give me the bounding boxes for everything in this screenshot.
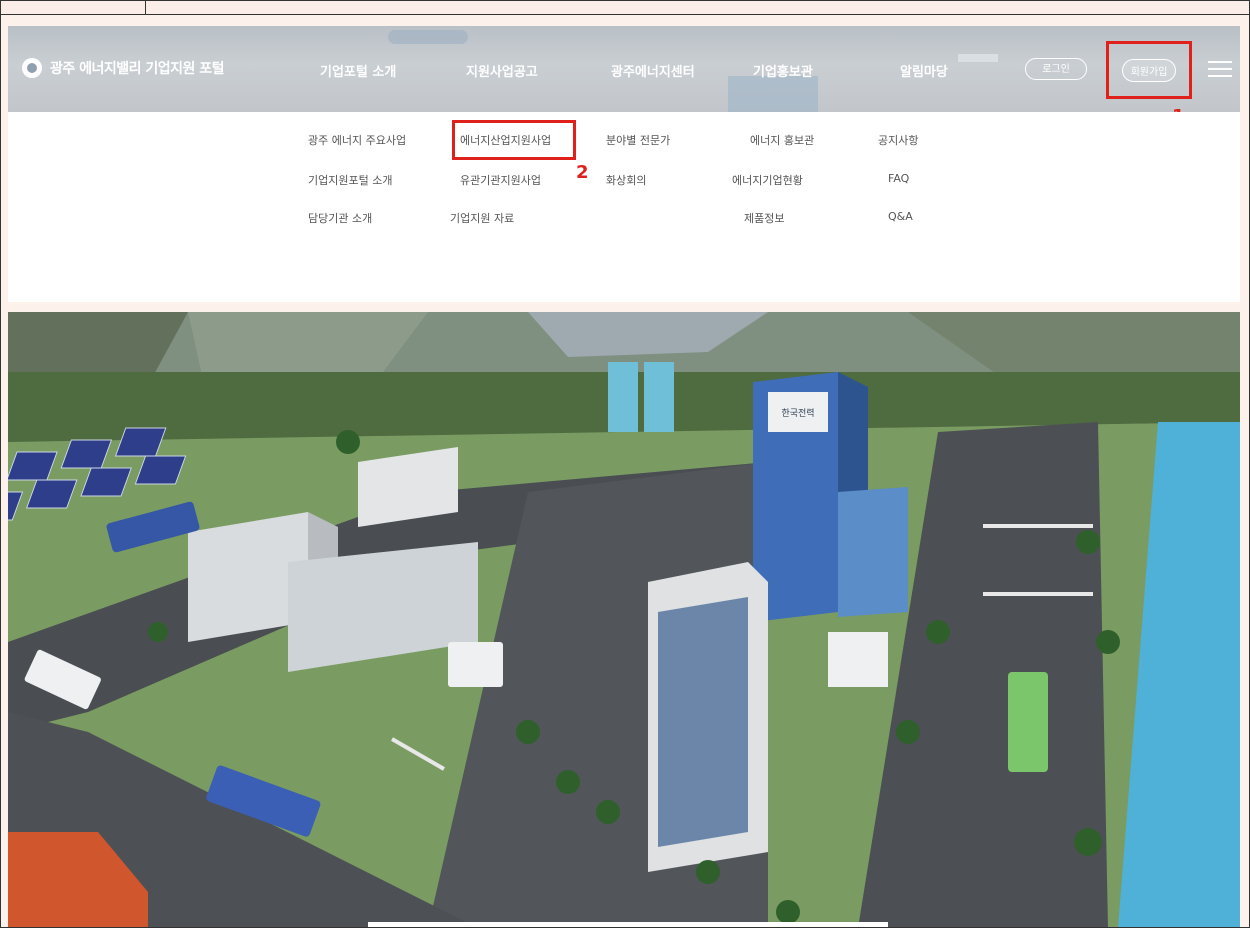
menu-item[interactable]: 분야별 전문가: [606, 132, 670, 148]
hero-illustration: 한국전력: [8, 312, 1240, 928]
hamburger-line: [1208, 75, 1232, 77]
hero-city-scene: 한국전력: [8, 312, 1240, 928]
hero-caption-bar: [368, 922, 888, 928]
hamburger-icon[interactable]: [1208, 59, 1232, 79]
nav-item-about[interactable]: 기업포털 소개: [320, 61, 396, 80]
nav-item-support-notice[interactable]: 지원사업공고: [466, 61, 538, 80]
top-strip: [0, 0, 1250, 15]
menu-item[interactable]: Q&A: [888, 210, 913, 223]
top-strip-divider: [145, 0, 146, 14]
site-logo[interactable]: 광주 에너지밸리 기업지원 포털: [22, 56, 225, 80]
signup-highlight: 회원가입: [1106, 41, 1192, 99]
menu-item[interactable]: 제품정보: [744, 210, 784, 226]
callout-number-2: 2: [576, 162, 589, 183]
hamburger-line: [1208, 61, 1232, 63]
nav-item-energy-center[interactable]: 광주에너지센터: [611, 61, 695, 80]
menu-item[interactable]: 기업지원포털 소개: [308, 172, 392, 188]
login-button[interactable]: 로그인: [1025, 58, 1087, 80]
menu-item[interactable]: 광주 에너지 주요사업: [308, 132, 406, 148]
logo-text: 광주 에너지밸리 기업지원 포털: [50, 61, 225, 77]
header-bg-building: [728, 76, 818, 112]
logo-icon: [22, 58, 42, 78]
menu-item[interactable]: 에너지 홍보관: [750, 132, 814, 148]
menu-item[interactable]: 담당기관 소개: [308, 210, 372, 226]
menu-item[interactable]: 유관기관지원사업: [460, 172, 541, 188]
nav-item-promotion[interactable]: 기업홍보관: [753, 61, 813, 80]
menu-item[interactable]: 에너지기업현황: [732, 172, 803, 188]
hamburger-line: [1208, 68, 1232, 70]
menu-highlight-box: [452, 120, 576, 160]
menu-item[interactable]: 기업지원 자료: [450, 210, 514, 226]
menu-item[interactable]: 공지사항: [878, 132, 918, 148]
header-bg-cloud: [388, 30, 468, 44]
header-bg-cloud: [958, 54, 998, 62]
signup-button[interactable]: 회원가입: [1121, 58, 1177, 82]
site-header: 광주 에너지밸리 기업지원 포털 기업포털 소개 지원사업공고 광주에너지센터 …: [8, 26, 1240, 112]
menu-item[interactable]: FAQ: [888, 172, 909, 185]
menu-item[interactable]: 화상회의: [606, 172, 646, 188]
building-sign: 한국전력: [781, 407, 814, 419]
nav-item-notice-board[interactable]: 알림마당: [900, 61, 948, 80]
mega-menu: 광주 에너지 주요사업 기업지원포털 소개 담당기관 소개 에너지산업지원사업 …: [8, 112, 1240, 302]
